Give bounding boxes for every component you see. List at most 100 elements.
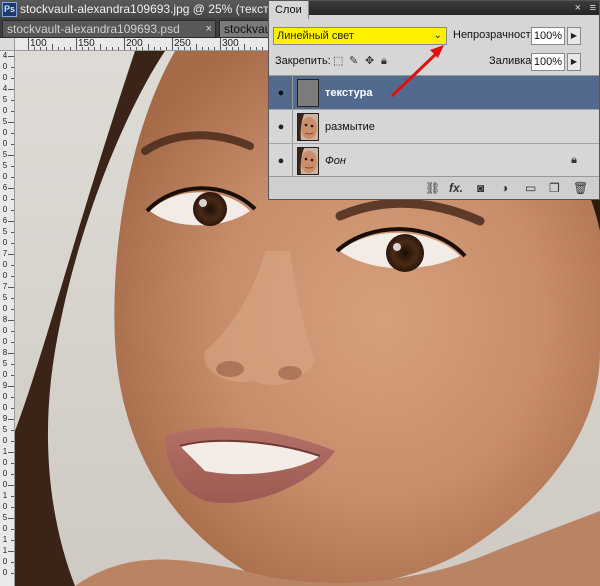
fill-label: Заливка: — [489, 55, 535, 67]
lock-transparency-icon[interactable]: ⬚ — [333, 55, 343, 68]
ruler-tick — [11, 166, 14, 167]
panel-close-icon[interactable]: × — [575, 1, 581, 15]
ruler-tick — [142, 47, 143, 50]
layers-tab[interactable]: Слои — [269, 1, 309, 19]
ruler-tick — [11, 67, 14, 68]
lock-icon: 🔒︎ — [571, 154, 577, 166]
ruler-tick — [34, 47, 35, 50]
ruler-tick — [8, 287, 14, 288]
ruler-tick — [11, 177, 14, 178]
ruler-tick — [148, 44, 149, 50]
new-layer-icon[interactable]: ❐ — [549, 180, 560, 196]
blend-mode-select[interactable]: Линейный свет ⌄ — [273, 27, 447, 45]
ruler-tick — [238, 47, 239, 50]
ruler-tick — [8, 353, 14, 354]
opacity-slider-button[interactable]: ▶ — [567, 27, 581, 45]
vertical-ruler[interactable]: 4004505005506006507007508008509009501000… — [0, 38, 15, 586]
divider — [292, 76, 293, 109]
tab-psd[interactable]: stockvault-alexandra109693.psd × — [2, 20, 216, 37]
ruler-tick — [136, 47, 137, 50]
ruler-label: 0 — [2, 260, 8, 269]
ruler-tick — [40, 47, 41, 50]
ruler-label: 0 — [2, 403, 8, 412]
fill-input[interactable]: 100% — [531, 53, 565, 71]
ruler-label: 0 — [2, 326, 8, 335]
ruler-tick — [8, 122, 14, 123]
ruler-tick — [82, 47, 83, 50]
ruler-tick — [46, 47, 47, 50]
fx-icon[interactable]: fx. — [449, 180, 463, 196]
eye-icon[interactable]: ● — [273, 85, 289, 101]
ruler-label: 0 — [2, 304, 8, 313]
ruler-tick — [172, 38, 173, 50]
chevron-down-icon: ⌄ — [433, 30, 442, 41]
ruler-label: 0 — [2, 458, 8, 467]
ruler-tick — [130, 47, 131, 50]
ruler-tick — [8, 386, 14, 387]
eye-icon[interactable]: ● — [273, 153, 289, 169]
ruler-tick — [11, 265, 14, 266]
document-title: stockvault-alexandra109693.jpg @ 25% (те… — [20, 2, 269, 16]
adjustment-icon[interactable]: ◑ — [501, 180, 508, 196]
trash-icon[interactable]: 🗑︎ — [573, 180, 588, 196]
ruler-label: 150 — [78, 38, 95, 49]
ruler-label: 1 — [2, 535, 8, 544]
ruler-label: 5 — [2, 359, 8, 368]
layer-row-background[interactable]: ● Фон 🔒︎ — [269, 144, 599, 178]
ruler-tick — [106, 47, 107, 50]
mask-icon[interactable]: ◙ — [477, 180, 484, 196]
ruler-tick — [154, 47, 155, 50]
layer-thumbnail — [297, 79, 319, 107]
ruler-label: 250 — [174, 38, 191, 49]
ruler-tick — [8, 320, 14, 321]
ruler-label: 0 — [2, 469, 8, 478]
ruler-tick — [11, 309, 14, 310]
lock-all-icon[interactable]: 🔒︎ — [381, 55, 387, 68]
ruler-tick — [11, 100, 14, 101]
ruler-tick — [184, 47, 185, 50]
ruler-tick — [214, 47, 215, 50]
ruler-tick — [11, 529, 14, 530]
lock-position-icon[interactable]: ✥ — [365, 55, 374, 68]
ruler-tick — [190, 47, 191, 50]
tab-close-icon[interactable]: × — [206, 21, 212, 37]
eye-icon[interactable]: ● — [273, 119, 289, 135]
ruler-tick — [262, 47, 263, 50]
ruler-tick — [11, 540, 14, 541]
ruler-corner[interactable] — [0, 38, 15, 51]
ruler-tick — [11, 441, 14, 442]
folder-icon[interactable]: ▭ — [525, 180, 536, 196]
link-icon[interactable]: ⛓ — [425, 180, 440, 196]
ruler-label: 300 — [222, 38, 239, 49]
panel-menu-icon[interactable]: ≡ — [590, 1, 596, 15]
ruler-label: 1 — [2, 491, 8, 500]
ruler-tick — [11, 111, 14, 112]
layer-name: размытие — [325, 121, 375, 133]
ruler-tick — [11, 496, 14, 497]
ruler-tick — [160, 47, 161, 50]
layer-row-texture[interactable]: ● текстура — [269, 76, 599, 110]
ruler-tick — [8, 155, 14, 156]
opacity-label: Непрозрачность: — [453, 29, 540, 41]
ruler-label: 0 — [2, 502, 8, 511]
ruler-tick — [8, 89, 14, 90]
layer-row-blur[interactable]: ● размытие — [269, 110, 599, 144]
ruler-label: 0 — [2, 194, 8, 203]
layer-thumbnail — [297, 113, 319, 141]
opacity-input[interactable]: 100% — [531, 27, 565, 45]
layers-list: ● текстура ● размытие ● Фон 🔒︎ — [269, 75, 599, 178]
ruler-tick — [11, 573, 14, 574]
ruler-label: 0 — [2, 172, 8, 181]
layers-panel: Слои × ≡ Линейный свет ⌄ Непрозрачность:… — [268, 0, 600, 200]
ruler-label: 0 — [2, 271, 8, 280]
lock-label: Закрепить: — [275, 55, 331, 67]
ruler-tick — [256, 47, 257, 50]
ruler-tick — [11, 562, 14, 563]
ruler-tick — [8, 485, 14, 486]
ruler-tick — [124, 38, 125, 50]
fill-slider-button[interactable]: ▶ — [567, 53, 581, 71]
ruler-tick — [11, 430, 14, 431]
ruler-label: 5 — [2, 425, 8, 434]
ruler-tick — [8, 56, 14, 57]
lock-pixels-icon[interactable]: ✎ — [349, 55, 358, 68]
